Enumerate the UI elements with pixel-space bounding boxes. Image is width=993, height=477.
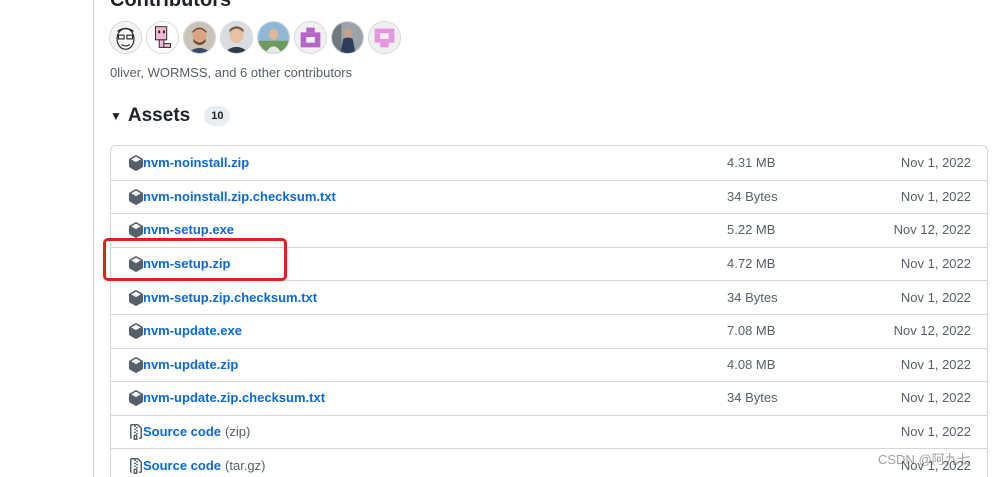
cartoon-face-glasses-icon: [110, 22, 141, 53]
photo-person-street-icon: [332, 22, 363, 53]
asset-size: 34 Bytes: [727, 188, 778, 204]
contributor-avatar-6[interactable]: [294, 21, 327, 54]
asset-name[interactable]: Source code: [143, 458, 221, 473]
photo-man-beard-icon: [184, 22, 215, 53]
assets-title[interactable]: Assets: [128, 104, 190, 128]
asset-row: Source code (zip) Nov 1, 2022: [111, 414, 987, 449]
purple-identicon-icon: [295, 22, 326, 53]
asset-format-suffix[interactable]: (tar.gz): [225, 458, 265, 473]
contributor-avatar-4[interactable]: [220, 21, 253, 54]
watermark-text: CSDN @阿九七: [878, 452, 971, 467]
asset-date: Nov 1, 2022: [900, 356, 971, 372]
asset-name[interactable]: nvm-update.zip.checksum.txt: [143, 390, 325, 405]
package-icon: [128, 323, 144, 340]
asset-size: 4.08 MB: [727, 356, 776, 372]
asset-date: Nov 1, 2022: [900, 188, 971, 204]
asset-row: nvm-noinstall.zip.checksum.txt 34 Bytes No…: [111, 179, 987, 214]
contributor-avatar-3[interactable]: [183, 21, 216, 54]
asset-row: nvm-noinstall.zip 4.31 MB Nov 1, 2022: [111, 146, 987, 180]
asset-download-link[interactable]: nvm-setup.zip.checksum.txt: [143, 290, 317, 306]
asset-name[interactable]: nvm-update.exe: [143, 323, 242, 338]
asset-download-link[interactable]: nvm-update.zip: [143, 357, 238, 373]
asset-date: Nov 12, 2022: [893, 222, 971, 238]
contributor-avatar-7[interactable]: [331, 21, 364, 54]
contributor-avatar-8[interactable]: [368, 21, 401, 54]
asset-name[interactable]: nvm-noinstall.zip: [143, 155, 249, 170]
contributor-avatars: [109, 21, 401, 54]
asset-size: 34 Bytes: [727, 390, 778, 406]
sidebar-divider: [93, 0, 94, 477]
asset-download-link[interactable]: Source code (tar.gz): [143, 458, 266, 474]
contributor-avatar-5[interactable]: [257, 21, 290, 54]
assets-header[interactable]: ▼ Assets 10: [110, 104, 231, 128]
file-zip-icon: [128, 457, 144, 474]
asset-date: Nov 1, 2022: [900, 390, 971, 406]
asset-size: 7.08 MB: [727, 323, 776, 339]
package-icon: [128, 189, 144, 205]
caret-down-icon[interactable]: ▼: [110, 106, 122, 126]
asset-date: Nov 1, 2022: [900, 289, 971, 305]
asset-download-link[interactable]: nvm-noinstall.zip.checksum.txt: [143, 189, 336, 205]
asset-row: nvm-update.exe 7.08 MB Nov 12, 2022: [111, 313, 987, 348]
asset-date: Nov 1, 2022: [900, 256, 971, 272]
asset-date: Nov 12, 2022: [893, 323, 971, 339]
asset-date: Nov 1, 2022: [900, 424, 971, 440]
package-icon: [128, 390, 144, 407]
asset-download-link[interactable]: nvm-update.zip.checksum.txt: [143, 390, 325, 406]
package-icon: [128, 154, 144, 171]
package-icon: [128, 289, 144, 306]
file-zip-icon: [128, 424, 144, 441]
assets-count-badge: 10: [204, 106, 231, 126]
asset-format-suffix[interactable]: (zip): [225, 424, 250, 439]
pink-identicon-icon: [369, 22, 400, 53]
asset-size: 5.22 MB: [727, 222, 776, 238]
asset-row: nvm-setup.zip.checksum.txt 34 Bytes Nov 1,…: [111, 280, 987, 314]
asset-download-link[interactable]: nvm-update.exe: [143, 323, 242, 339]
asset-date: Nov 1, 2022: [900, 154, 971, 170]
assets-list: nvm-noinstall.zip 4.31 MB Nov 1, 2022 nvm-n…: [110, 145, 988, 477]
asset-download-link[interactable]: nvm-setup.exe: [143, 222, 234, 238]
asset-name[interactable]: nvm-noinstall.zip.checksum.txt: [143, 189, 336, 204]
asset-name[interactable]: nvm-setup.exe: [143, 222, 234, 237]
contributors-heading: Contributors: [110, 0, 232, 11]
package-icon: [128, 222, 144, 239]
asset-name[interactable]: Source code: [143, 424, 221, 439]
asset-row: nvm-update.zip.checksum.txt 34 Bytes Nov 1…: [111, 381, 987, 415]
asset-size: 4.31 MB: [727, 154, 776, 170]
contributor-avatar-1[interactable]: [109, 21, 142, 54]
asset-size: 34 Bytes: [727, 289, 778, 305]
pink-pixel-creature-icon: [147, 22, 178, 53]
asset-name[interactable]: nvm-update.zip: [143, 357, 238, 372]
asset-row: Source code (tar.gz) Nov 1, 2022: [111, 448, 987, 477]
photo-man-outdoors-icon: [258, 22, 289, 53]
asset-download-link[interactable]: Source code (zip): [143, 424, 250, 440]
contributor-avatar-2[interactable]: [146, 21, 179, 54]
package-icon: [128, 357, 144, 373]
asset-name[interactable]: nvm-setup.zip.checksum.txt: [143, 290, 317, 305]
annotation-highlight-box: [103, 238, 287, 281]
contributors-summary: 0liver, WORMSS, and 6 other contributors: [110, 65, 353, 80]
asset-download-link[interactable]: nvm-noinstall.zip: [143, 155, 249, 171]
photo-man-icon: [221, 22, 252, 53]
asset-row: nvm-update.zip 4.08 MB Nov 1, 2022: [111, 347, 987, 382]
asset-size: 4.72 MB: [727, 256, 776, 272]
